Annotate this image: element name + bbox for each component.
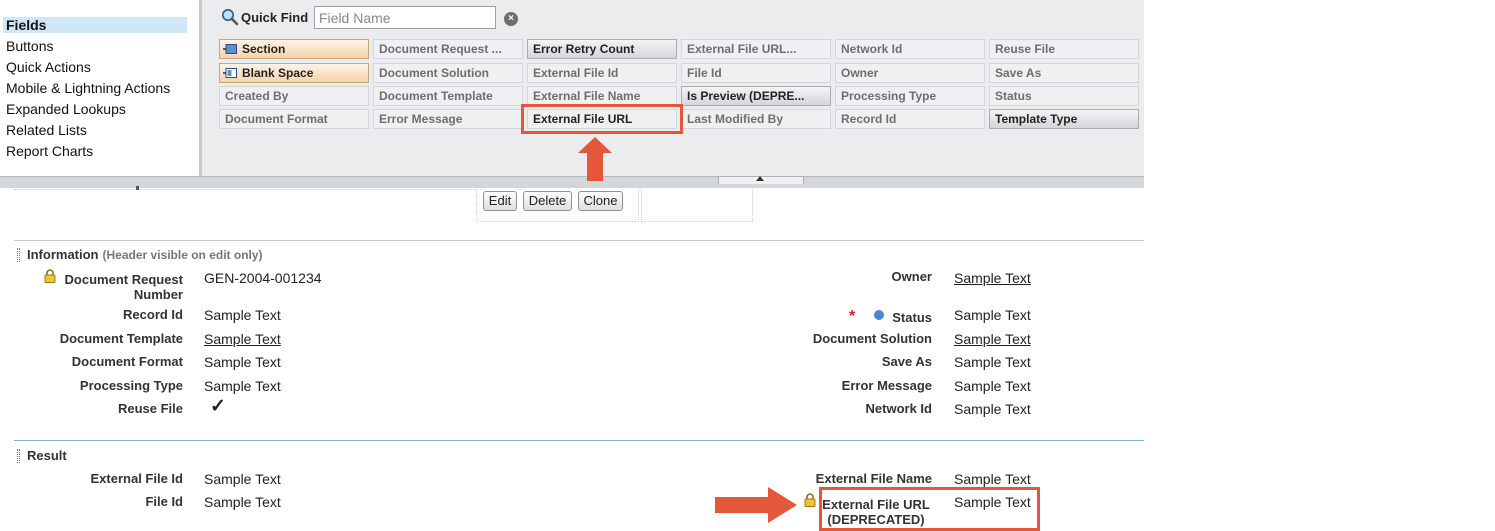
section-header-information: Information (Header visible on edit only) [27, 247, 263, 262]
field-label-external-file-id: External File Id [90, 471, 183, 486]
field-label-record-id: Record Id [123, 307, 183, 322]
palette-field-section[interactable]: Section [219, 39, 369, 59]
palette-field-is-preview[interactable]: Is Preview (DEPRE... [681, 86, 831, 106]
palette-field-document-format[interactable]: Document Format [219, 109, 369, 129]
category-related-lists[interactable]: Related Lists [3, 122, 187, 138]
field-label-file-id: File Id [145, 494, 183, 509]
field-value-network-id: Sample Text [954, 401, 1031, 417]
drag-handle-icon[interactable] [17, 248, 20, 262]
field-value-document-solution[interactable]: Sample Text [954, 331, 1031, 347]
palette-field-external-file-name[interactable]: External File Name [527, 86, 677, 106]
section-header-result: Result [27, 448, 67, 463]
field-value-file-id: Sample Text [204, 494, 281, 510]
palette-field-label: Blank Space [242, 66, 314, 80]
category-buttons[interactable]: Buttons [3, 38, 187, 54]
field-label-reuse-file: Reuse File [117, 401, 183, 416]
field-label-status: Status [892, 310, 932, 325]
palette-field-created-by[interactable]: Created By [219, 86, 369, 106]
palette-field-label: Section [242, 42, 286, 56]
edit-button[interactable]: Edit [483, 191, 517, 211]
palette-field-network-id[interactable]: Network Id [835, 39, 985, 59]
palette-field-template-type[interactable]: Template Type [989, 109, 1139, 129]
field-value-record-id: Sample Text [204, 307, 281, 323]
field-value-external-file-name: Sample Text [954, 471, 1031, 487]
palette-field-file-id[interactable]: File Id [681, 63, 831, 83]
field-label-document-template: Document Template [59, 331, 183, 346]
field-value-external-file-id: Sample Text [204, 471, 281, 487]
palette-field-external-file-url-deprecated[interactable]: External File URL... [681, 39, 831, 59]
field-value-save-as: Sample Text [954, 354, 1031, 370]
section-title: Information [27, 247, 99, 262]
quick-find-label: Quick Find [241, 10, 309, 25]
field-label-error-message: Error Message [841, 378, 932, 393]
drag-handle-icon[interactable] [17, 449, 20, 463]
section-note: (Header visible on edit only) [102, 248, 263, 262]
highlight-box-layout-field [819, 487, 1040, 531]
field-label-network-id: Network Id [865, 401, 932, 416]
category-mobile-lightning-actions[interactable]: Mobile & Lightning Actions [3, 80, 187, 96]
category-quick-actions[interactable]: Quick Actions [3, 59, 187, 75]
section-divider [14, 240, 1144, 241]
field-label-owner: Owner [891, 269, 932, 284]
field-label-external-file-name: External File Name [815, 471, 932, 486]
arrow-up-icon [578, 137, 612, 181]
arrow-right-icon [715, 487, 797, 523]
palette-field-record-id[interactable]: Record Id [835, 109, 985, 129]
palette-field-save-as[interactable]: Save As [989, 63, 1139, 83]
category-fields[interactable]: Fields [3, 17, 187, 33]
delete-button[interactable]: Delete [523, 191, 572, 211]
palette: Fields Buttons Quick Actions Mobile & Li… [0, 0, 1144, 188]
divider-remnant [136, 186, 139, 190]
blank-space-icon [223, 68, 237, 78]
palette-field-error-retry-count[interactable]: Error Retry Count [527, 39, 677, 59]
field-value-document-request-number: GEN-2004-001234 [204, 270, 322, 286]
palette-field-error-message[interactable]: Error Message [373, 109, 523, 129]
field-value-document-template[interactable]: Sample Text [204, 331, 281, 347]
button-section-empty [641, 186, 753, 222]
palette-field-blank-space[interactable]: Blank Space [219, 63, 369, 83]
section-title: Result [27, 448, 67, 463]
palette-field-status[interactable]: Status [989, 86, 1139, 106]
field-value-error-message: Sample Text [954, 378, 1031, 394]
highlight-box-palette-field [521, 104, 683, 134]
status-dot-icon [874, 310, 884, 320]
field-label-document-request-number: Document Request Number [64, 272, 183, 302]
clear-icon[interactable]: × [504, 12, 518, 26]
field-label-save-as: Save As [881, 354, 932, 369]
clone-button[interactable]: Clone [578, 191, 623, 211]
palette-field-document-template[interactable]: Document Template [373, 86, 523, 106]
palette-category-list: Fields Buttons Quick Actions Mobile & Li… [0, 0, 202, 176]
field-label-processing-type: Processing Type [79, 378, 183, 393]
required-indicator: * [849, 308, 856, 325]
category-expanded-lookups[interactable]: Expanded Lookups [3, 101, 187, 117]
palette-field-last-modified-by[interactable]: Last Modified By [681, 109, 831, 129]
section-divider [14, 440, 1144, 441]
field-label-document-format: Document Format [71, 354, 183, 369]
divider [14, 189, 476, 191]
checkmark-icon: ✓ [210, 396, 226, 417]
search-icon [221, 8, 239, 26]
palette-field-owner[interactable]: Owner [835, 63, 985, 83]
collapse-arrow-icon [756, 176, 764, 181]
palette-field-document-request[interactable]: Document Request ... [373, 39, 523, 59]
palette-field-processing-type[interactable]: Processing Type [835, 86, 985, 106]
lock-icon [804, 493, 816, 507]
field-value-document-format: Sample Text [204, 354, 281, 370]
lock-icon [44, 269, 56, 283]
palette-panel: Fields Buttons Quick Actions Mobile & Li… [0, 0, 1144, 177]
palette-field-reuse-file[interactable]: Reuse File [989, 39, 1139, 59]
quick-find-input[interactable] [314, 6, 496, 29]
palette-field-external-file-id[interactable]: External File Id [527, 63, 677, 83]
palette-field-document-solution[interactable]: Document Solution [373, 63, 523, 83]
field-value-owner[interactable]: Sample Text [954, 270, 1031, 286]
section-icon [223, 44, 237, 54]
category-report-charts[interactable]: Report Charts [3, 143, 187, 159]
field-value-status: Sample Text [954, 307, 1031, 323]
field-label-document-solution: Document Solution [812, 331, 932, 346]
field-value-processing-type: Sample Text [204, 378, 281, 394]
